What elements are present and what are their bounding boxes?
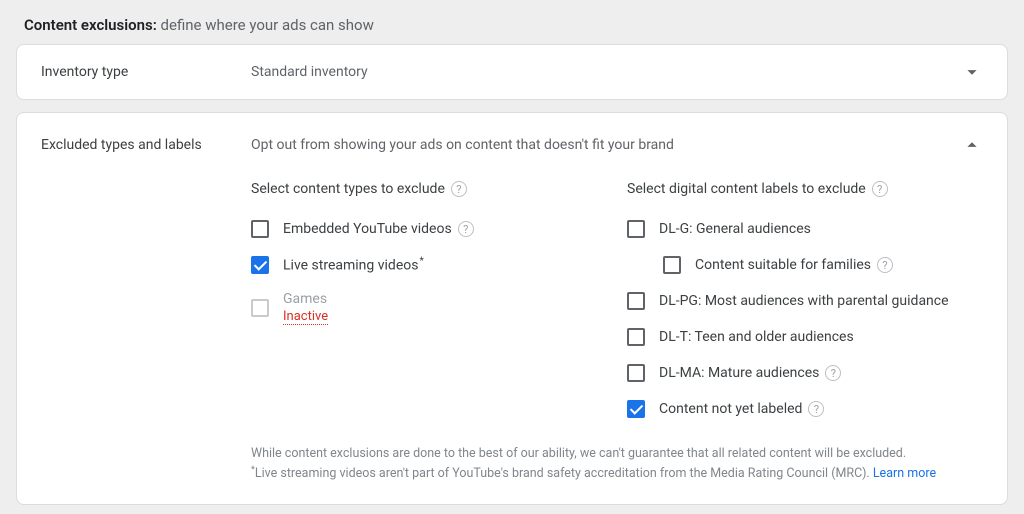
excluded-types-subtitle: Opt out from showing your ads on content… [251, 137, 961, 153]
label-row[interactable]: DL-PG: Most audiences with parental guid… [627, 283, 983, 319]
chevron-up-icon [961, 134, 983, 156]
content-types-header: Select content types to exclude ? [251, 181, 607, 197]
digital-labels-column: Select digital content labels to exclude… [627, 181, 983, 427]
content-type-row: Games Inactive [251, 283, 607, 333]
footnote: While content exclusions are done to the… [251, 445, 983, 484]
checkbox-label: Embedded YouTube videos [283, 221, 452, 237]
checkbox-dl-pg[interactable] [627, 292, 645, 310]
checkbox-label: DL-T: Teen and older audiences [659, 329, 854, 345]
help-icon[interactable]: ? [877, 257, 893, 273]
excluded-types-header-row[interactable]: Excluded types and labels Opt out from s… [17, 113, 1007, 167]
checkbox-content-families[interactable] [663, 256, 681, 274]
label-row[interactable]: DL-MA: Mature audiences ? [627, 355, 983, 391]
checkbox-dl-g[interactable] [627, 220, 645, 238]
inventory-type-card: Inventory type Standard inventory [16, 44, 1008, 100]
excluded-types-card: Excluded types and labels Opt out from s… [16, 112, 1008, 505]
help-icon[interactable]: ? [458, 221, 474, 237]
content-type-row[interactable]: Live streaming videos* [251, 247, 607, 283]
checkbox-label: Content not yet labeled [659, 401, 802, 417]
inventory-type-row[interactable]: Inventory type Standard inventory [17, 45, 1007, 99]
checkbox-label: DL-G: General audiences [659, 221, 811, 237]
help-icon[interactable]: ? [808, 401, 824, 417]
checkbox-label: Content suitable for families [695, 257, 871, 273]
section-title-desc: define where your ads can show [161, 16, 374, 34]
section-title-bold: Content exclusions: [24, 16, 157, 34]
checkbox-live-streaming[interactable] [251, 256, 269, 274]
content-exclusions-panel: Content exclusions: define where your ad… [0, 0, 1024, 514]
section-title: Content exclusions: define where your ad… [16, 12, 1008, 44]
checkbox-label: Live streaming videos* [283, 256, 424, 274]
content-type-row[interactable]: Embedded YouTube videos ? [251, 211, 607, 247]
content-types-column: Select content types to exclude ? Embedd… [251, 181, 607, 427]
help-icon[interactable]: ? [872, 181, 888, 197]
help-icon[interactable]: ? [825, 365, 841, 381]
label-row[interactable]: Content not yet labeled ? [627, 391, 983, 427]
checkbox-embedded-youtube[interactable] [251, 220, 269, 238]
checkbox-label: DL-PG: Most audiences with parental guid… [659, 293, 949, 309]
checkbox-label: Games [283, 291, 328, 307]
inventory-type-value: Standard inventory [251, 64, 961, 80]
inactive-tag[interactable]: Inactive [283, 309, 328, 325]
inventory-type-label: Inventory type [41, 64, 251, 80]
label-row[interactable]: DL-T: Teen and older audiences [627, 319, 983, 355]
excluded-types-label: Excluded types and labels [41, 137, 251, 153]
checkbox-label: DL-MA: Mature audiences [659, 365, 819, 381]
checkbox-dl-ma[interactable] [627, 364, 645, 382]
checkbox-games [251, 299, 269, 317]
checkbox-not-labeled[interactable] [627, 400, 645, 418]
learn-more-link[interactable]: Learn more [873, 466, 936, 481]
label-row[interactable]: DL-G: General audiences [627, 211, 983, 247]
checkbox-dl-t[interactable] [627, 328, 645, 346]
label-row[interactable]: Content suitable for families ? [627, 247, 983, 283]
chevron-down-icon [961, 61, 983, 83]
digital-labels-header: Select digital content labels to exclude… [627, 181, 983, 197]
help-icon[interactable]: ? [451, 181, 467, 197]
excluded-types-body: Select content types to exclude ? Embedd… [17, 167, 1007, 504]
